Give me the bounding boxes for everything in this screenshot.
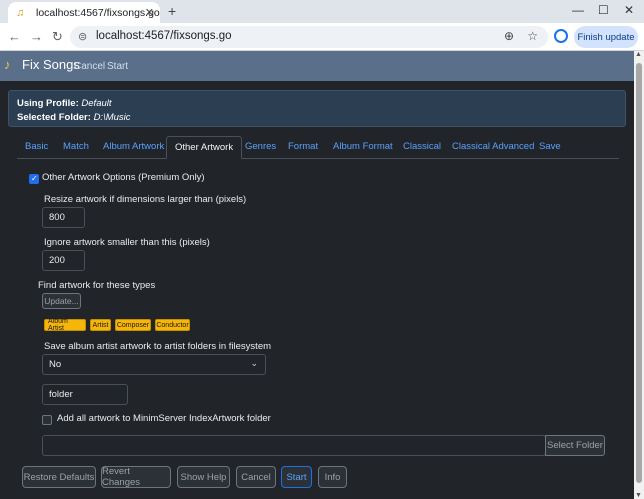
browser-tab[interactable]: ♫ localhost:4567/fixsongs.go ✕ <box>8 2 160 23</box>
tab-content: Other Artwork Options (Premium Only) Res… <box>0 51 634 499</box>
ignore-label: Ignore artwork smaller than this (pixels… <box>44 237 210 248</box>
restore-defaults-button[interactable]: Restore Defaults <box>22 466 96 488</box>
app-page: ♪ Fix Songs Cancel Start Using Profile: … <box>0 51 634 499</box>
browser-toolbar: ← → ↻ ⊜ localhost:4567/fixsongs.go ⊕ ☆ F… <box>0 23 644 51</box>
resize-label: Resize artwork if dimensions larger than… <box>44 194 247 205</box>
address-url: localhost:4567/fixsongs.go <box>96 30 232 42</box>
zoom-icon[interactable]: ⊕ <box>504 29 514 43</box>
minimize-icon[interactable]: — <box>572 3 584 17</box>
type-badge-composer: Composer <box>115 319 151 331</box>
scrollbar-thumb[interactable] <box>636 63 642 483</box>
music-note-icon: ♫ <box>16 6 25 19</box>
profile-icon[interactable] <box>554 29 568 43</box>
minimserver-label: Add all artwork to MinimServer IndexArtw… <box>57 413 271 424</box>
new-tab-icon[interactable]: + <box>168 3 176 19</box>
save-artist-artwork-label: Save album artist artwork to artist fold… <box>44 341 272 352</box>
page-scrollbar[interactable]: ▲ ▼ <box>634 51 644 499</box>
show-help-button[interactable]: Show Help <box>177 466 230 488</box>
window-close-icon[interactable]: ✕ <box>624 3 634 17</box>
browser-tab-strip: ♫ localhost:4567/fixsongs.go ✕ + — ☐ ✕ <box>0 0 644 23</box>
info-button[interactable]: Info <box>318 466 347 488</box>
minimserver-checkbox[interactable] <box>42 415 52 425</box>
revert-changes-button[interactable]: Revert Changes <box>101 466 171 488</box>
start-button[interactable]: Start <box>281 466 312 488</box>
cancel-button[interactable]: Cancel <box>236 466 276 488</box>
type-badge-conductor: Conductor <box>155 319 190 331</box>
scroll-up-icon[interactable]: ▲ <box>635 51 642 58</box>
other-artwork-options-label: Other Artwork Options (Premium Only) <box>42 172 205 183</box>
back-icon[interactable]: ← <box>8 29 21 44</box>
finish-update-button[interactable]: Finish update <box>574 26 638 48</box>
close-icon[interactable]: ✕ <box>145 6 154 19</box>
folder-path-input[interactable] <box>42 435 546 456</box>
save-artist-artwork-select[interactable]: No ⌄ <box>42 354 266 375</box>
select-folder-button[interactable]: Select Folder <box>545 435 605 456</box>
address-bar[interactable]: ⊜ localhost:4567/fixsongs.go ⊕ ☆ <box>70 26 548 48</box>
other-artwork-options-checkbox[interactable] <box>29 174 39 184</box>
resize-input[interactable]: 800 <box>42 207 85 228</box>
type-badge-album-artist: Album Artist <box>44 318 86 332</box>
forward-icon[interactable]: → <box>30 29 43 44</box>
site-info-icon[interactable]: ⊜ <box>78 30 87 43</box>
reload-icon[interactable]: ↻ <box>52 29 63 45</box>
type-badge-artist: Artist <box>90 319 111 331</box>
scroll-down-icon[interactable]: ▼ <box>635 492 642 499</box>
chevron-down-icon: ⌄ <box>250 358 258 368</box>
bookmark-star-icon[interactable]: ☆ <box>527 29 538 43</box>
find-artwork-label: Find artwork for these types <box>38 280 156 291</box>
update-types-button[interactable]: Update... <box>42 293 81 309</box>
folder-name-input[interactable]: folder <box>42 384 128 405</box>
browser-tab-title: localhost:4567/fixsongs.go <box>36 6 160 19</box>
ignore-input[interactable]: 200 <box>42 250 85 271</box>
save-artist-artwork-value: No <box>49 359 62 370</box>
maximize-icon[interactable]: ☐ <box>598 3 609 17</box>
